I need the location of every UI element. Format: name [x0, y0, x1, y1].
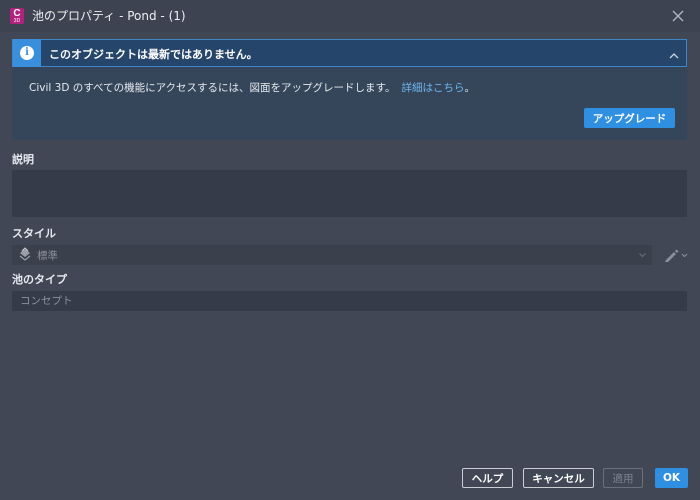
style-label: スタイル	[12, 227, 56, 240]
pond-type-label: 池のタイプ	[12, 273, 67, 286]
banner-message: Civil 3D のすべての機能にアクセスするには、図面をアップグレードします。…	[29, 80, 475, 95]
chevron-down-icon	[639, 253, 646, 258]
banner-collapse-button[interactable]	[668, 47, 680, 59]
help-button[interactable]: ヘルプ	[462, 468, 513, 488]
app-icon-sub: 3D	[13, 18, 21, 24]
style-edit-button[interactable]	[662, 247, 688, 263]
banner-message-text: Civil 3D のすべての機能にアクセスするには、図面をアップグレードします。	[29, 82, 396, 94]
apply-button[interactable]: 適用	[603, 468, 643, 488]
learn-more-link[interactable]: 詳細はこちら	[402, 82, 465, 94]
upgrade-button[interactable]: アップグレード	[584, 108, 675, 128]
upgrade-banner: i このオブジェクトは最新ではありません。 Civil 3D のすべての機能にア…	[12, 39, 687, 140]
style-dropdown[interactable]: 標準	[12, 245, 652, 265]
description-input[interactable]	[12, 170, 687, 217]
ok-button[interactable]: OK	[655, 468, 688, 488]
pond-properties-dialog: C 3D 池のプロパティ - Pond - (1) i このオブジェクトは最新で…	[0, 0, 700, 500]
banner-header: i このオブジェクトは最新ではありません。	[12, 39, 687, 67]
close-icon	[672, 10, 684, 22]
description-label: 説明	[12, 153, 34, 166]
pen-icon	[665, 249, 688, 262]
pond-type-input[interactable]	[12, 291, 687, 311]
info-icon: i	[20, 46, 34, 60]
title-bar[interactable]: C 3D 池のプロパティ - Pond - (1)	[0, 0, 700, 32]
close-button[interactable]	[670, 8, 686, 24]
chevron-up-icon	[669, 53, 679, 59]
style-selected-value: 標準	[37, 250, 58, 262]
window-title: 池のプロパティ - Pond - (1)	[32, 9, 186, 23]
civil3d-app-icon: C 3D	[10, 8, 24, 24]
banner-title: このオブジェクトは最新ではありません。	[49, 48, 258, 61]
info-badge: i	[13, 39, 41, 67]
banner-link-suffix: 。	[464, 82, 476, 94]
style-swatch-icon	[19, 247, 31, 261]
cancel-button[interactable]: キャンセル	[523, 468, 594, 488]
